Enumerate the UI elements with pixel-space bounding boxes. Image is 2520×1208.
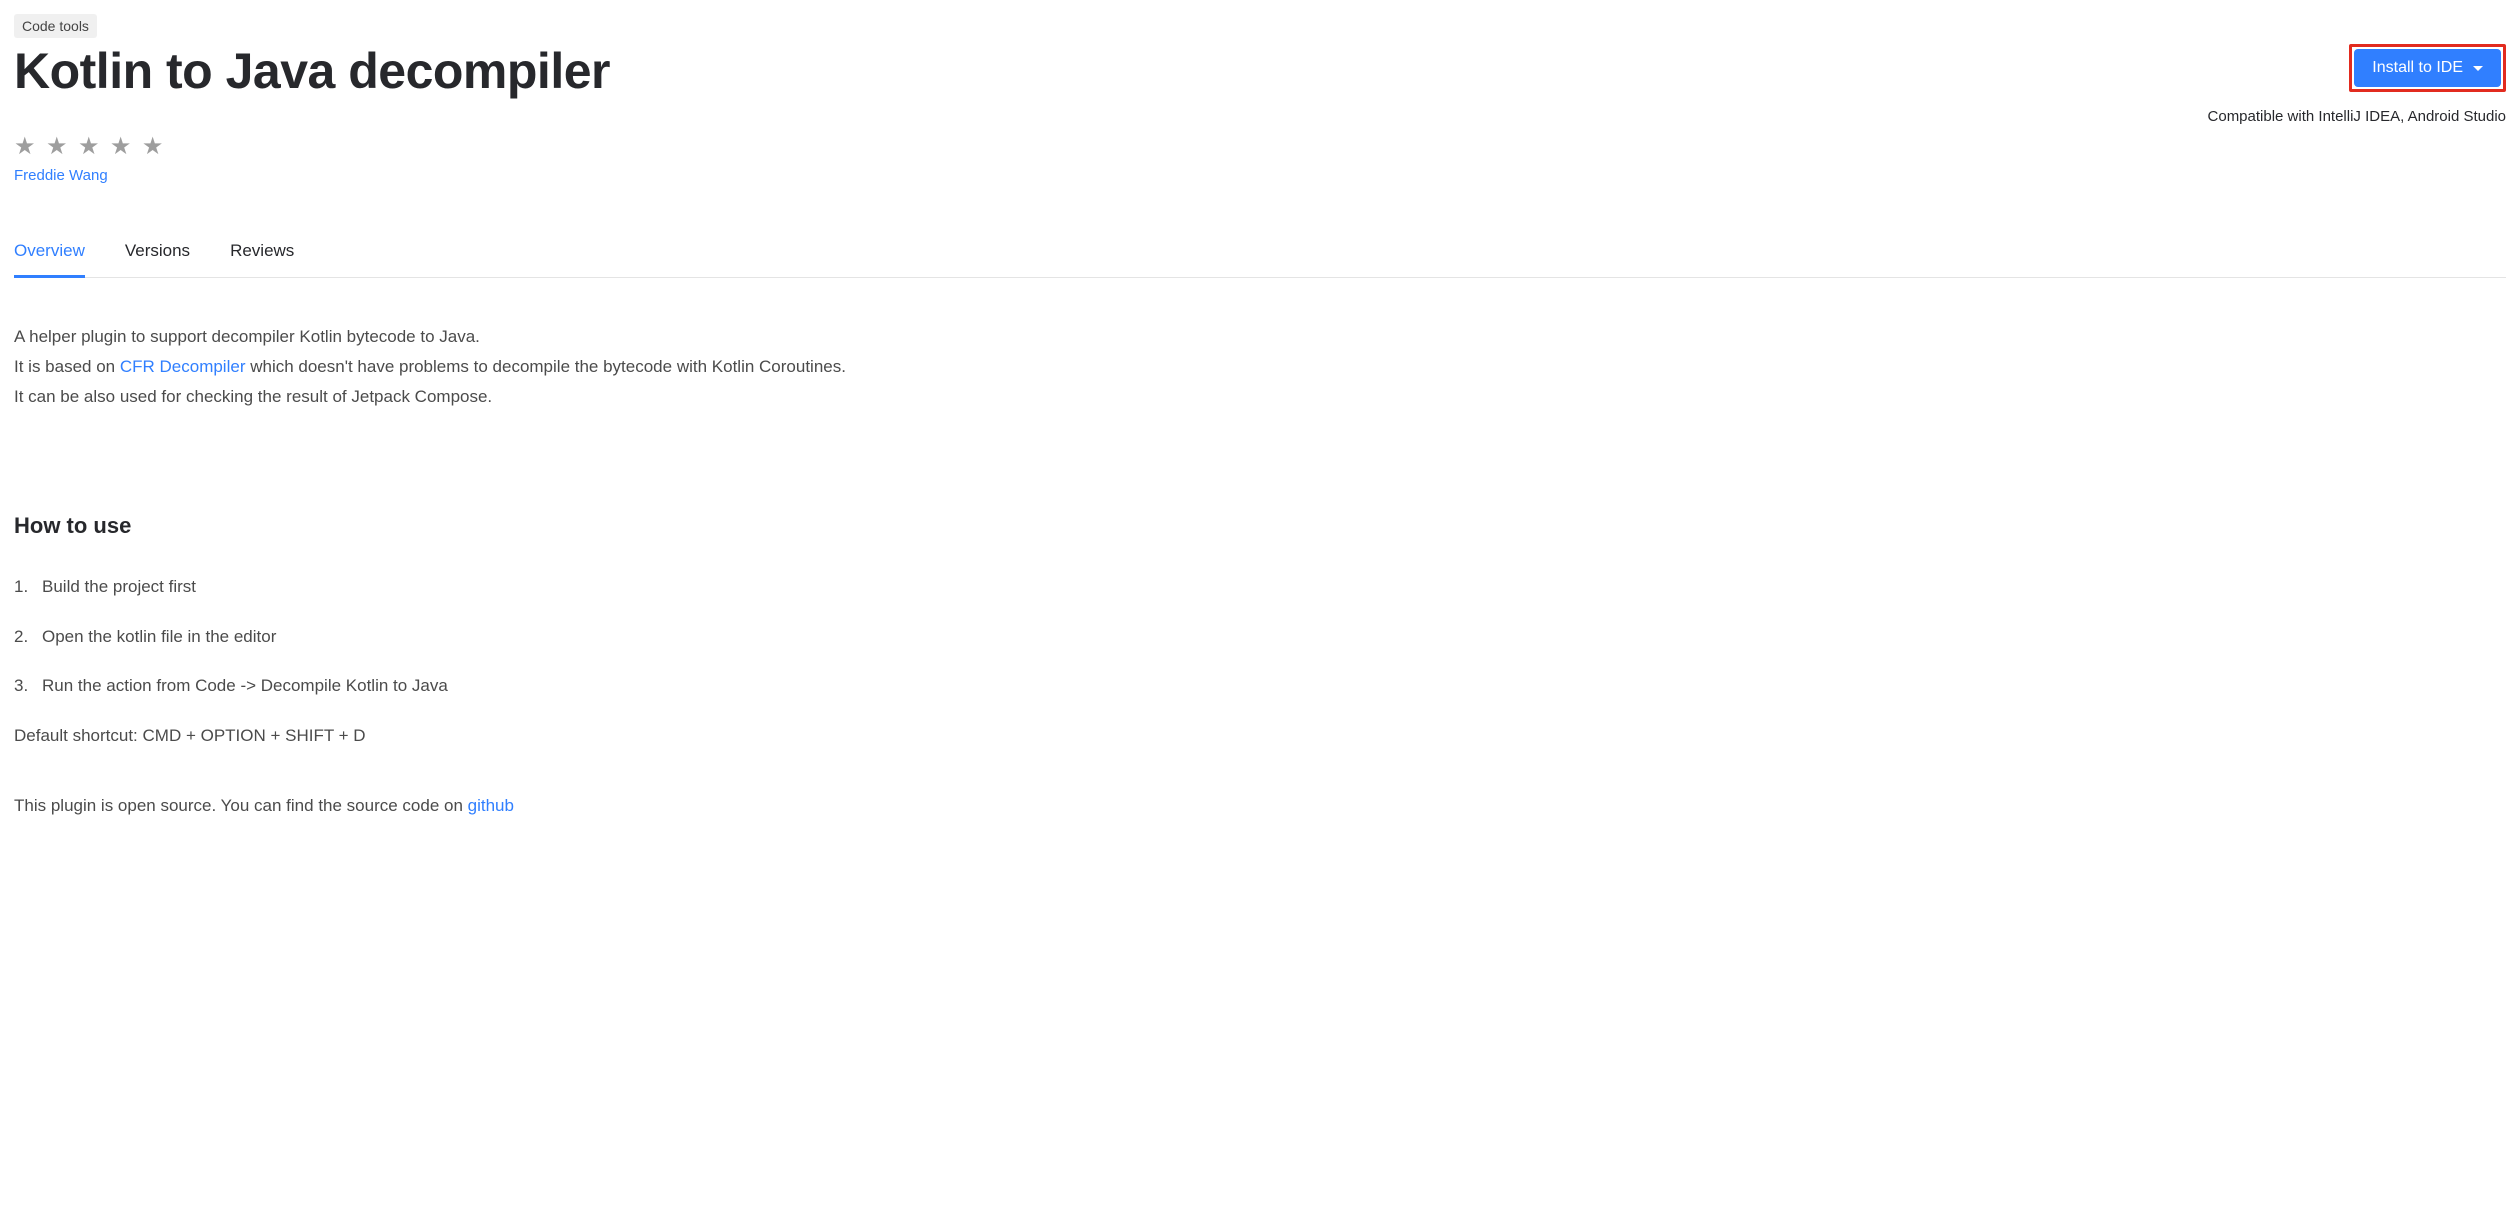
shortcut-note: Default shortcut: CMD + OPTION + SHIFT +… <box>14 721 1114 751</box>
step-item: Open the kotlin file in the editor <box>14 622 1114 652</box>
header-row: Kotlin to Java decompiler Install to IDE… <box>14 44 2506 125</box>
steps-list: Build the project first Open the kotlin … <box>14 572 1114 701</box>
description-line: It is based on CFR Decompiler which does… <box>14 352 1114 382</box>
install-to-ide-button[interactable]: Install to IDE <box>2354 49 2501 87</box>
text: This plugin is open source. You can find… <box>14 796 468 815</box>
chevron-down-icon <box>2473 66 2483 71</box>
cfr-decompiler-link[interactable]: CFR Decompiler <box>120 357 246 376</box>
star-icon[interactable]: ★ <box>14 135 36 159</box>
star-icon[interactable]: ★ <box>46 135 68 159</box>
description-line: A helper plugin to support decompiler Ko… <box>14 322 1114 352</box>
author-link[interactable]: Freddie Wang <box>14 167 108 184</box>
star-icon[interactable]: ★ <box>142 135 164 159</box>
install-button-label: Install to IDE <box>2372 59 2463 77</box>
text: It is based on <box>14 357 120 376</box>
tab-reviews[interactable]: Reviews <box>230 241 294 278</box>
category-tag[interactable]: Code tools <box>14 14 97 38</box>
compatibility-text: Compatible with IntelliJ IDEA, Android S… <box>2208 108 2506 125</box>
how-to-use-heading: How to use <box>14 507 1114 546</box>
github-link[interactable]: github <box>468 796 514 815</box>
tabs: Overview Versions Reviews <box>14 241 2506 278</box>
install-highlight-box: Install to IDE <box>2349 44 2506 92</box>
header-right: Install to IDE Compatible with IntelliJ … <box>2208 44 2506 125</box>
source-line: This plugin is open source. You can find… <box>14 791 1114 821</box>
star-icon[interactable]: ★ <box>78 135 100 159</box>
description-line: It can be also used for checking the res… <box>14 382 1114 412</box>
step-item: Run the action from Code -> Decompile Ko… <box>14 671 1114 701</box>
overview-content: A helper plugin to support decompiler Ko… <box>14 322 1114 821</box>
star-icon[interactable]: ★ <box>110 135 132 159</box>
rating-stars[interactable]: ★ ★ ★ ★ ★ <box>14 135 2506 159</box>
tab-overview[interactable]: Overview <box>14 241 85 278</box>
step-item: Build the project first <box>14 572 1114 602</box>
tab-versions[interactable]: Versions <box>125 241 190 278</box>
page-title: Kotlin to Java decompiler <box>14 44 610 99</box>
text: which doesn't have problems to decompile… <box>245 357 845 376</box>
